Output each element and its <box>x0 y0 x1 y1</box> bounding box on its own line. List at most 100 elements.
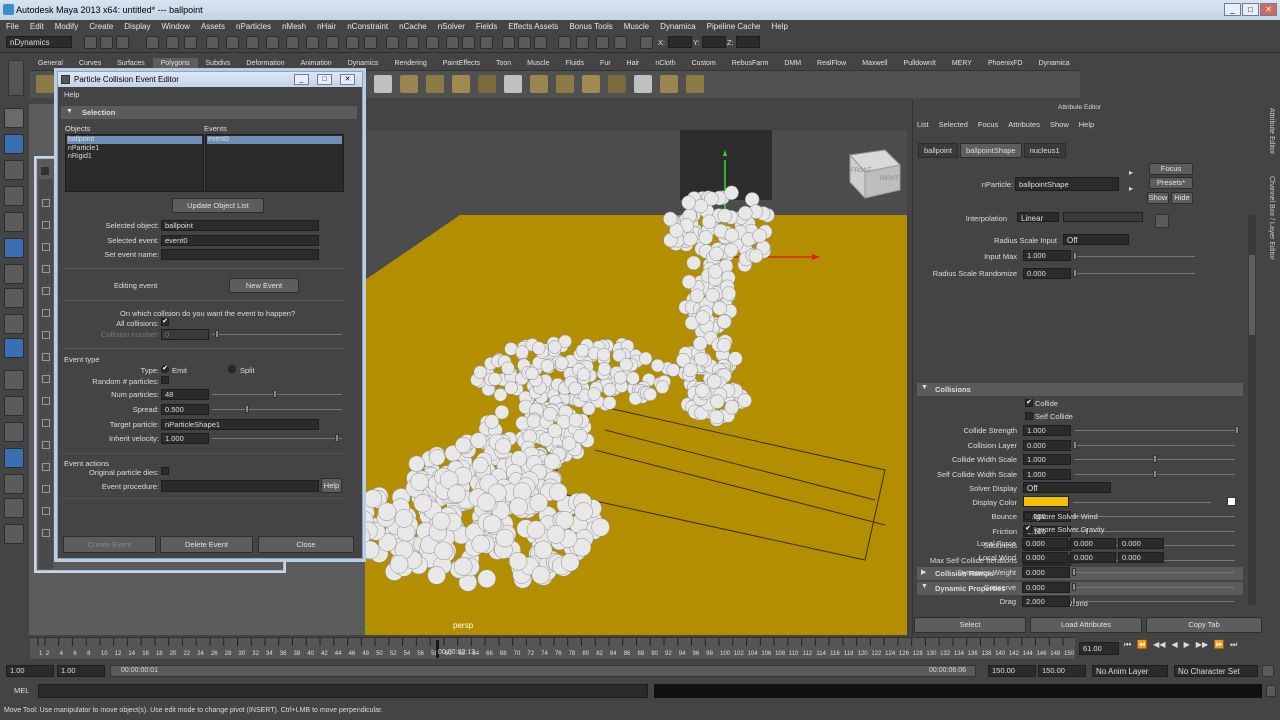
status-tool-icon[interactable] <box>286 36 299 49</box>
object-list-item[interactable]: nRigid1 <box>67 153 202 161</box>
local-force-x-field[interactable]: 0.000 <box>1022 538 1068 549</box>
status-tool-icon[interactable] <box>576 36 589 49</box>
delete-event-button[interactable]: Delete Event <box>160 536 253 553</box>
shelf-menu-icon[interactable] <box>8 60 24 96</box>
attr-slider[interactable] <box>1074 601 1234 602</box>
shelf-tool-icon[interactable] <box>582 75 600 93</box>
secondary-expand-icon[interactable] <box>42 485 50 493</box>
menuset-dropdown[interactable]: nDynamics <box>6 36 72 48</box>
dialog-help-menu[interactable]: Help <box>64 90 79 99</box>
toolbox-tool-icon[interactable] <box>4 338 24 358</box>
status-tool-icon[interactable] <box>364 36 377 49</box>
target-particle-field[interactable]: nParticleShape1 <box>161 419 319 430</box>
attr-slider-knob[interactable] <box>1072 597 1076 605</box>
toolbox-tool-icon[interactable] <box>4 422 24 442</box>
toolbox-tool-icon[interactable] <box>4 134 24 154</box>
shelf-tool-icon[interactable] <box>530 75 548 93</box>
collision-number-slider[interactable] <box>212 334 342 335</box>
attr-slider[interactable] <box>1074 572 1234 573</box>
shelf-tab-subdivs[interactable]: Subdivs <box>198 58 239 70</box>
focus-button[interactable]: Focus <box>1149 163 1193 175</box>
status-tool-icon[interactable] <box>558 36 571 49</box>
attribute-editor-side-tab[interactable]: Attribute Editor <box>1268 108 1275 154</box>
toolbox-tool-icon[interactable] <box>4 448 24 468</box>
random-particles-checkbox[interactable] <box>161 376 169 384</box>
attr-field[interactable]: 0.000 <box>1022 567 1070 578</box>
status-tool-icon[interactable] <box>146 36 159 49</box>
playback-start-field[interactable]: 1.00 <box>57 665 105 677</box>
channel-box-side-tab[interactable]: Channel Box / Layer Editor <box>1268 176 1275 260</box>
status-tool-icon[interactable] <box>306 36 319 49</box>
status-tool-icon[interactable] <box>246 36 259 49</box>
menu-ncache[interactable]: nCache <box>399 20 427 33</box>
status-tool-icon[interactable] <box>184 36 197 49</box>
playback-button-icon[interactable]: ▶▶ <box>1196 640 1208 656</box>
hide-button[interactable]: Hide <box>1171 192 1193 204</box>
local-wind-y-field[interactable]: 0.000 <box>1070 552 1116 563</box>
attr-slider[interactable] <box>1075 430 1235 431</box>
solver-display-dropdown[interactable]: Off <box>1023 482 1111 493</box>
menu-display[interactable]: Display <box>124 20 150 33</box>
local-force-z-field[interactable]: 0.000 <box>1118 538 1164 549</box>
attr-field[interactable]: 1.000 <box>1023 454 1071 465</box>
new-event-button[interactable]: New Event <box>229 278 299 293</box>
collision-number-field[interactable]: 0 <box>161 329 209 340</box>
secondary-expand-icon[interactable] <box>42 397 50 405</box>
secondary-expand-icon[interactable] <box>42 331 50 339</box>
ignore-solver-wind-checkbox[interactable] <box>1024 512 1032 520</box>
menu-effects-assets[interactable]: Effects Assets <box>508 20 558 33</box>
toolbox-tool-icon[interactable] <box>4 498 24 518</box>
collide-checkbox[interactable]: ✔ <box>1025 399 1033 407</box>
shelf-tab-surfaces[interactable]: Surfaces <box>109 58 153 70</box>
toolbox-tool-icon[interactable] <box>4 238 24 258</box>
playback-button-icon[interactable]: ⏪ <box>1137 640 1147 656</box>
ignore-solver-gravity-checkbox[interactable]: ✔ <box>1024 525 1032 533</box>
secondary-expand-icon[interactable] <box>42 507 50 515</box>
shelf-tool-icon[interactable] <box>36 75 54 93</box>
toolbox-tool-icon[interactable] <box>4 212 24 232</box>
x-field[interactable] <box>668 36 692 48</box>
presets-button[interactable]: Presets* <box>1149 177 1193 189</box>
ae-menu-list[interactable]: List <box>917 120 929 129</box>
spread-slider[interactable] <box>212 409 342 410</box>
shelf-tab-rendering[interactable]: Rendering <box>386 58 434 70</box>
minimize-button[interactable]: _ <box>1224 3 1241 16</box>
animation-end-field[interactable]: 150.00 <box>1038 665 1086 677</box>
num-particles-slider[interactable] <box>212 394 342 395</box>
selected-event-field[interactable]: event0 <box>161 235 319 246</box>
ae-tab-nucleus1[interactable]: nucleus1 <box>1023 143 1066 158</box>
shelf-tab-fluids[interactable]: Fluids <box>557 58 592 70</box>
ae-tab-ballpointshape[interactable]: ballpointShape <box>959 143 1022 158</box>
ae-tab-ballpoint[interactable]: ballpoint <box>918 143 958 158</box>
ae-menu-help[interactable]: Help <box>1079 120 1094 129</box>
input-max-field[interactable]: 1.000 <box>1023 250 1071 261</box>
secondary-expand-icon[interactable] <box>42 463 50 471</box>
input-max-slider-knob[interactable] <box>1073 252 1077 260</box>
ae-scrollbar-thumb[interactable] <box>1249 255 1255 335</box>
status-tool-icon[interactable] <box>480 36 493 49</box>
node-goto-arrow-icon[interactable]: ▸ <box>1129 184 1139 194</box>
ae-menu-focus[interactable]: Focus <box>978 120 998 129</box>
shelf-tab-general[interactable]: General <box>30 58 71 70</box>
menu-nsolver[interactable]: nSolver <box>438 20 465 33</box>
menu-fields[interactable]: Fields <box>476 20 497 33</box>
event-list-item[interactable]: event0 <box>207 136 342 144</box>
shelf-tab-hair[interactable]: Hair <box>619 58 648 70</box>
collisions-header[interactable]: Collisions <box>917 383 1243 396</box>
shelf-tab-rebusfarm[interactable]: RebusFarm <box>724 58 777 70</box>
menu-dynamica[interactable]: Dynamica <box>660 20 696 33</box>
playback-button-icon[interactable]: ▶ <box>1184 640 1190 656</box>
node-select-arrow-icon[interactable]: ▸ <box>1129 168 1139 178</box>
shelf-tab-animation[interactable]: Animation <box>293 58 340 70</box>
display-color-swatch[interactable] <box>1023 496 1069 507</box>
set-event-name-field[interactable] <box>161 249 319 260</box>
character-set-dropdown[interactable]: No Character Set <box>1174 665 1258 677</box>
spread-slider-knob[interactable] <box>245 405 249 413</box>
ramp-preview[interactable] <box>1063 212 1143 222</box>
menu-edit[interactable]: Edit <box>30 20 44 33</box>
attr-slider[interactable] <box>1075 444 1235 446</box>
status-tool-icon[interactable] <box>446 36 459 49</box>
menu-file[interactable]: File <box>6 20 19 33</box>
shelf-tab-realflow[interactable]: RealFlow <box>809 58 854 70</box>
inherit-velocity-slider-knob[interactable] <box>335 434 339 442</box>
